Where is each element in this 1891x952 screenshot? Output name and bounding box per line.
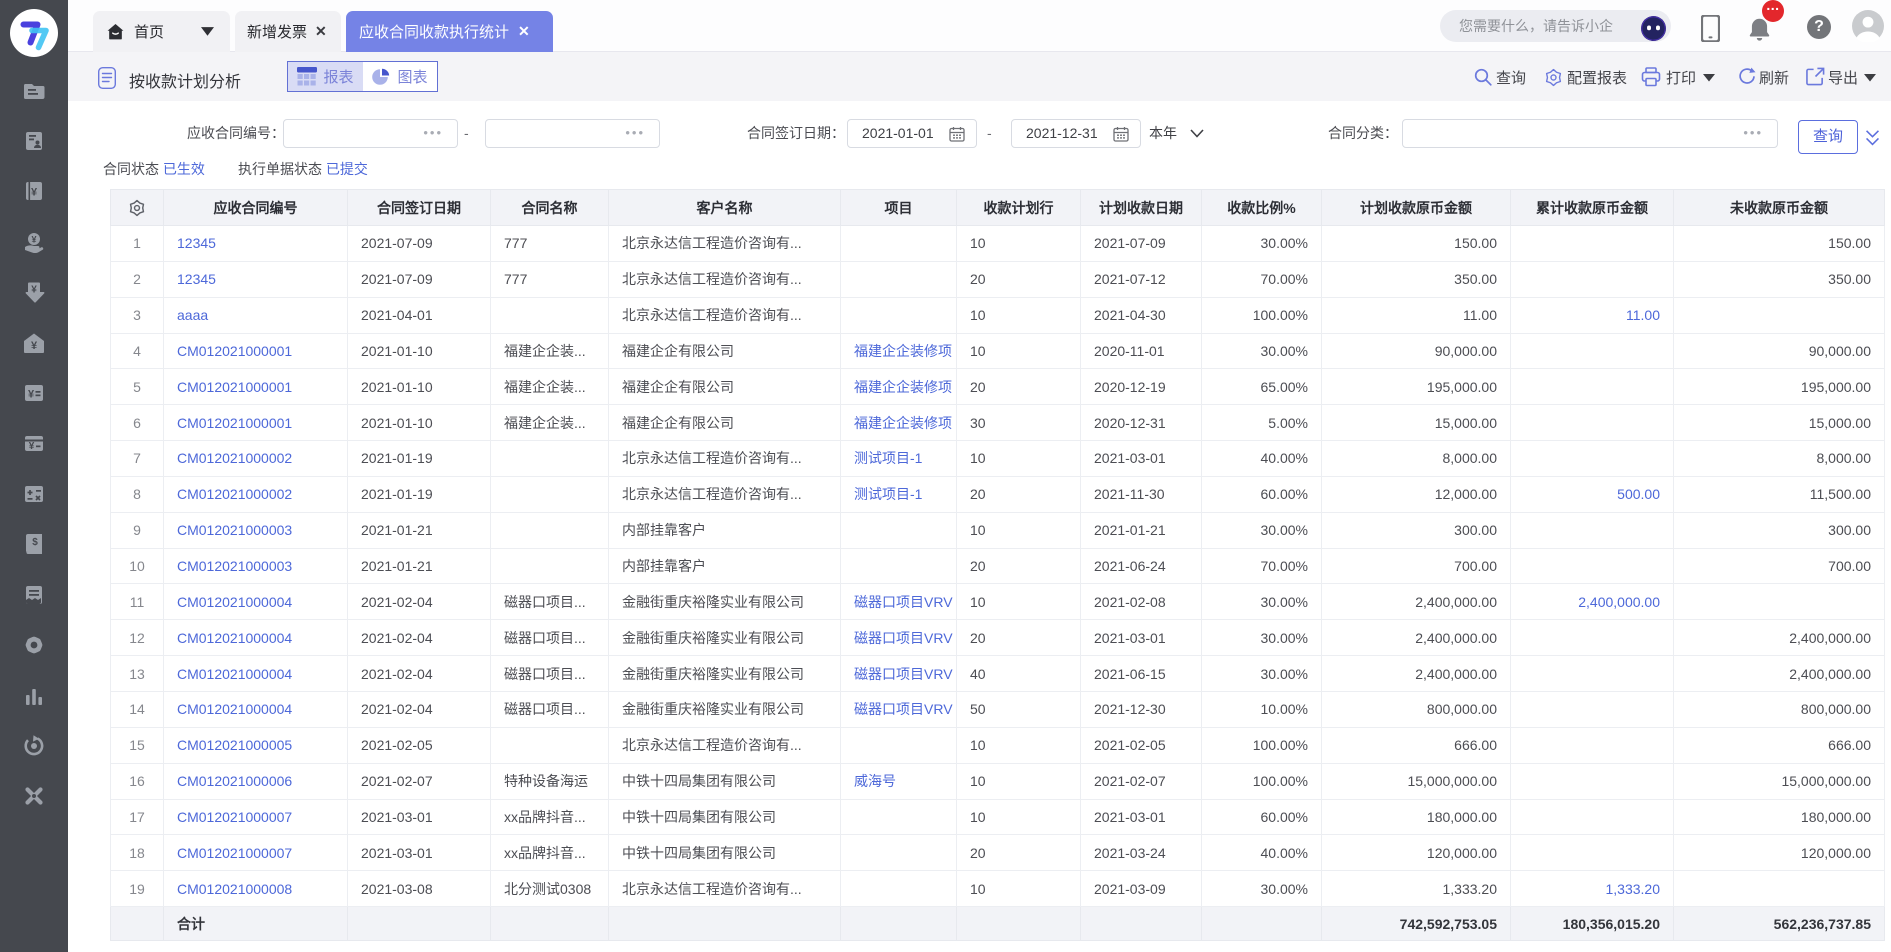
svg-text:¥: ¥ (31, 285, 37, 296)
svg-text:¥: ¥ (29, 441, 35, 452)
svg-text:¥: ¥ (28, 389, 35, 401)
svg-text:$: $ (32, 537, 38, 548)
svg-text:¥: ¥ (31, 187, 38, 199)
svg-text:¥: ¥ (31, 340, 38, 352)
svg-text:¥: ¥ (31, 235, 36, 245)
